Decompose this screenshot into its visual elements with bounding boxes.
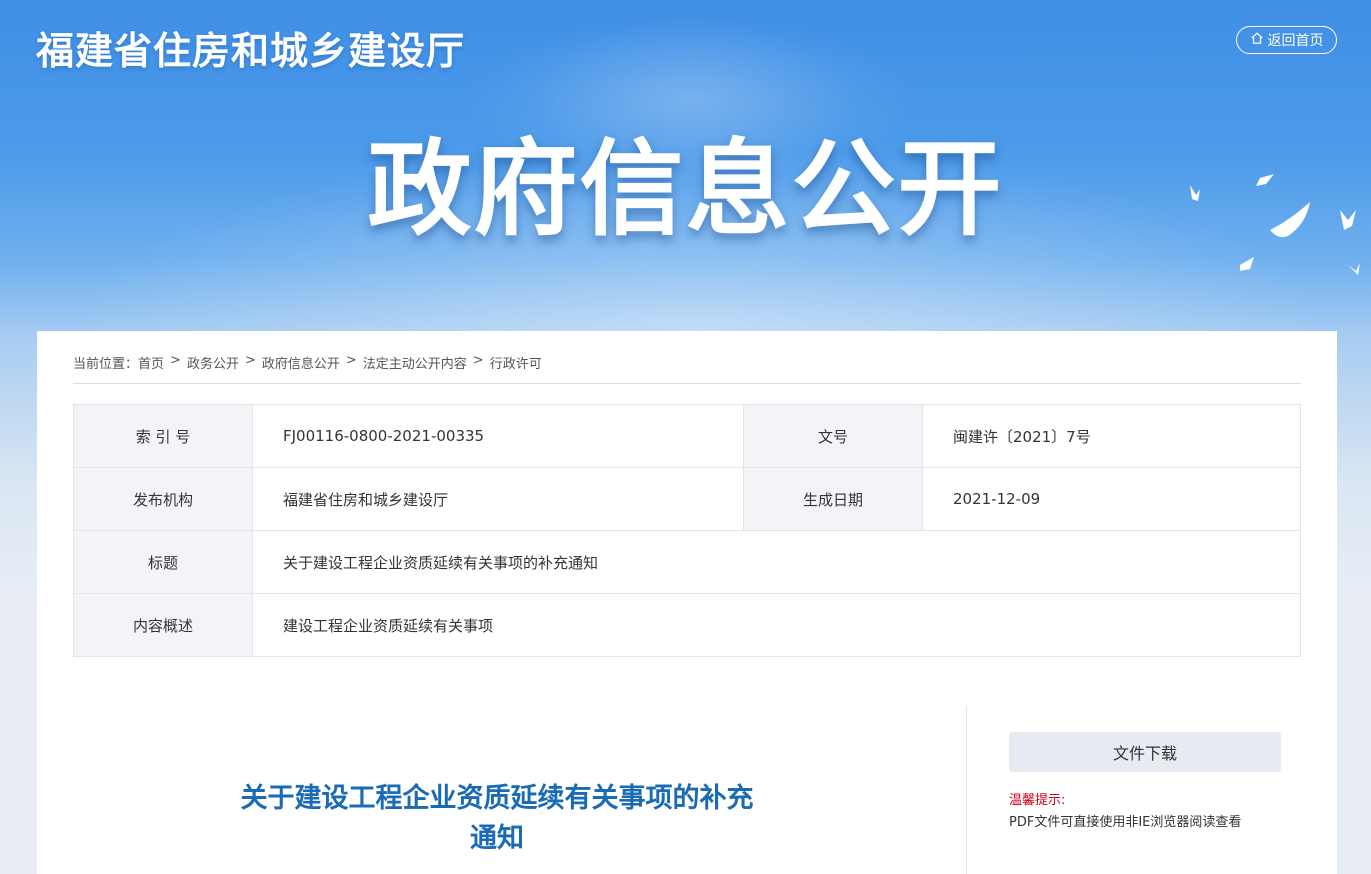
- content-card: 当前位置： 首页 > 政务公开 > 政府信息公开 > 法定主动公开内容 > 行政…: [37, 331, 1337, 874]
- tip-text: PDF文件可直接使用非IE浏览器阅读查看: [1009, 815, 1242, 830]
- breadcrumb-item-permit[interactable]: 行政许可: [490, 353, 542, 372]
- breadcrumb-item-affairs[interactable]: 政务公开: [187, 353, 239, 372]
- index-label: 索 引 号: [73, 404, 253, 468]
- breadcrumb-item-home[interactable]: 首页: [138, 353, 164, 372]
- site-title[interactable]: 福建省住房和城乡建设厅: [36, 20, 465, 75]
- summary-label: 内容概述: [73, 593, 253, 657]
- back-home-label: 返回首页: [1267, 33, 1324, 49]
- date-label: 生成日期: [743, 467, 923, 531]
- document-title: 关于建设工程企业资质延续有关事项的补充 通知: [207, 779, 787, 859]
- tip-label: 温馨提示:: [1009, 793, 1066, 808]
- doves-decoration: [1190, 174, 1360, 275]
- back-home-button[interactable]: 返回首页: [1236, 26, 1337, 54]
- breadcrumb: 当前位置： 首页 > 政务公开 > 政府信息公开 > 法定主动公开内容 > 行政…: [73, 353, 1301, 384]
- table-row: 索 引 号 FJ00116-0800-2021-00335 文号 闽建许〔202…: [73, 404, 1301, 468]
- table-row: 标题 关于建设工程企业资质延续有关事项的补充通知: [73, 530, 1301, 594]
- index-value: FJ00116-0800-2021-00335: [252, 404, 744, 468]
- breadcrumb-separator: >: [345, 353, 357, 368]
- breadcrumb-separator: >: [244, 353, 256, 368]
- home-icon: [1250, 31, 1264, 49]
- issuer-label: 发布机构: [73, 467, 253, 531]
- title-label: 标题: [73, 530, 253, 594]
- table-row: 发布机构 福建省住房和城乡建设厅 生成日期 2021-12-09: [73, 467, 1301, 531]
- breadcrumb-prefix: 当前位置：: [73, 357, 139, 372]
- breadcrumb-separator: >: [472, 353, 484, 368]
- hero-title: 政府信息公开: [367, 128, 1004, 250]
- file-download-button[interactable]: 文件下载: [1009, 732, 1281, 772]
- doc-no-label: 文号: [743, 404, 923, 468]
- issuer-value: 福建省住房和城乡建设厅: [252, 467, 744, 531]
- document-title-line1: 关于建设工程企业资质延续有关事项的补充: [240, 783, 754, 814]
- summary-value: 建设工程企业资质延续有关事项: [252, 593, 1301, 657]
- column-divider: [966, 706, 967, 874]
- metadata-table: 索 引 号 FJ00116-0800-2021-00335 文号 闽建许〔202…: [73, 404, 1301, 657]
- date-value: 2021-12-09: [922, 467, 1301, 531]
- doc-no-value: 闽建许〔2021〕7号: [922, 404, 1301, 468]
- table-row: 内容概述 建设工程企业资质延续有关事项: [73, 593, 1301, 657]
- document-title-line2: 通知: [470, 823, 524, 854]
- breadcrumb-separator: >: [170, 353, 181, 368]
- breadcrumb-item-gov-info[interactable]: 政府信息公开: [262, 353, 340, 372]
- breadcrumb-item-statutory[interactable]: 法定主动公开内容: [363, 353, 467, 372]
- title-value: 关于建设工程企业资质延续有关事项的补充通知: [252, 530, 1301, 594]
